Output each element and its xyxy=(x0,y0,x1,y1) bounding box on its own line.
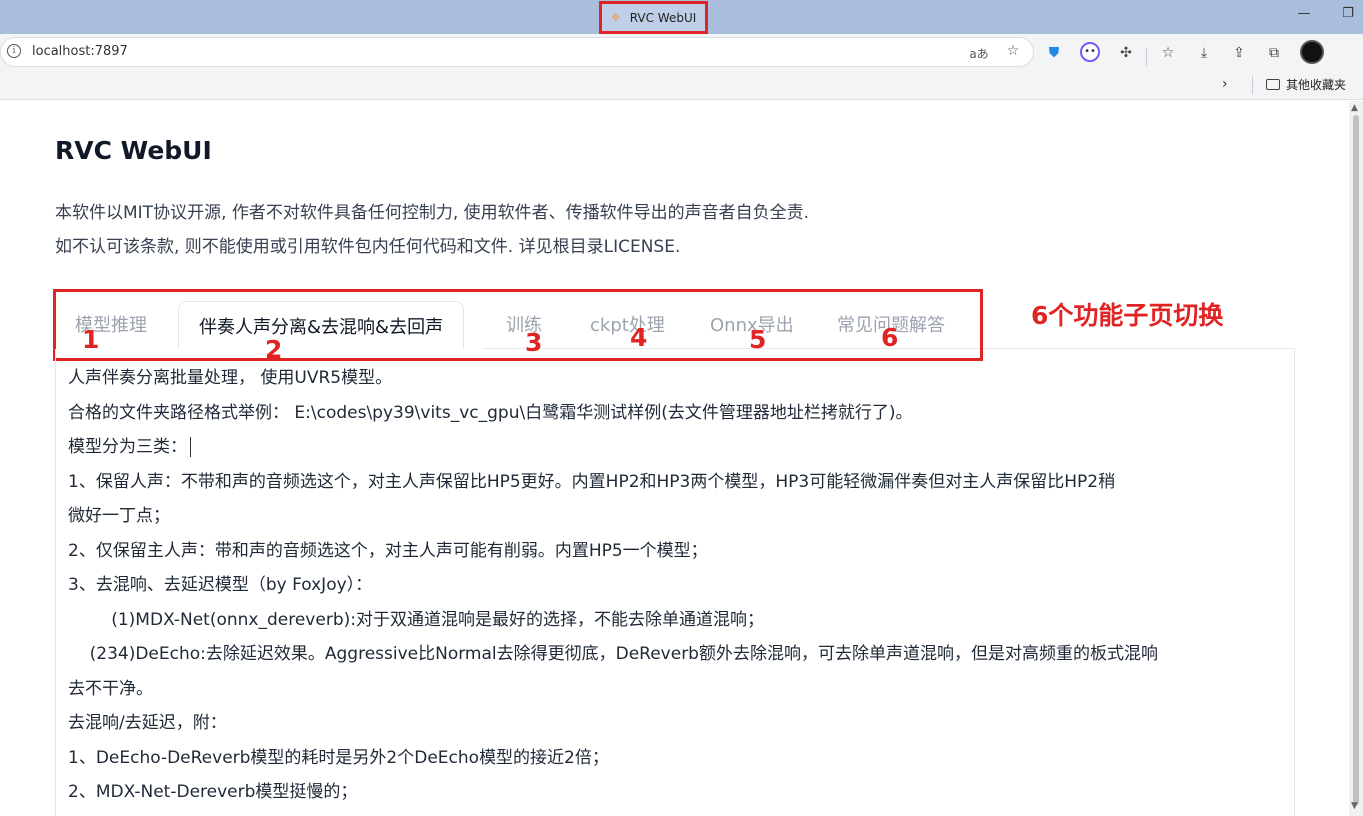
text-cursor xyxy=(190,437,191,457)
restore-icon[interactable]: ❐ xyxy=(1338,6,1358,21)
minimize-icon[interactable]: — xyxy=(1294,6,1314,21)
downloads-icon[interactable]: ⤓ xyxy=(1193,42,1215,64)
copilot-icon[interactable]: •• xyxy=(1080,42,1100,62)
content-line: 2、MDX-Net-Dereverb模型挺慢的； xyxy=(68,782,358,802)
bookmarks-folder-label: 其他收藏夹 xyxy=(1286,78,1347,92)
content-line: 人声伴奏分离批量处理， 使用UVR5模型。 xyxy=(68,368,393,388)
content-line-with-cursor: 模型分为三类： xyxy=(68,430,1280,465)
content-line: 2、仅保留主人声：带和声的音频选这个，对主人声可能有削弱。内置HP5一个模型； xyxy=(68,540,708,561)
content-line: 合格的文件夹路径格式举例： E:\codes\py39\vits_vc_gpu\… xyxy=(68,402,913,423)
content-line: 1、DeEcho-DeReverb模型的耗时是另外2个DeEcho模型的接近2倍… xyxy=(68,747,609,768)
content-line: 微好一丁点； xyxy=(68,506,170,526)
profile-avatar[interactable] xyxy=(1300,40,1324,64)
license-description-line1: 本软件以MIT协议开源, 作者不对软件具备任何控制力, 使用软件者、传播软件导出… xyxy=(55,203,810,223)
content-line: 去混响/去延迟，附： xyxy=(68,713,227,733)
browser-tab-title: RVC WebUI xyxy=(629,10,697,25)
scroll-thumb[interactable] xyxy=(1353,115,1359,805)
instructions-text: 人声伴奏分离批量处理， 使用UVR5模型。 合格的文件夹路径格式举例： E:\c… xyxy=(68,361,1280,810)
favicon-icon: ❖ xyxy=(610,10,621,24)
read-aloud-icon[interactable]: aあ xyxy=(969,45,989,62)
annotation-number-6: 6 xyxy=(881,323,899,352)
folder-icon xyxy=(1266,79,1280,90)
favorites-icon[interactable]: ☆ xyxy=(1157,42,1179,64)
annotation-number-4: 4 xyxy=(630,323,648,352)
browser-tab[interactable]: ❖ RVC WebUI xyxy=(599,1,708,34)
content-line: (1)MDX-Net(onnx_dereverb):对于双通道混响是最好的选择，… xyxy=(68,609,764,630)
tab-content-panel: 人声伴奏分离批量处理， 使用UVR5模型。 合格的文件夹路径格式举例： E:\c… xyxy=(55,349,1295,816)
page-scrollbar[interactable]: ▲ ▼ xyxy=(1349,101,1363,816)
content-line: 1、保留人声：不带和声的音频选这个，对主人声保留比HP5更好。内置HP2和HP3… xyxy=(68,471,1116,492)
page-title: RVC WebUI xyxy=(55,136,212,165)
chevron-right-icon[interactable]: › xyxy=(1222,76,1228,92)
toolbar-divider xyxy=(1146,48,1147,66)
site-info-icon[interactable]: i xyxy=(7,44,21,58)
extensions-icon[interactable]: ✣ xyxy=(1115,42,1137,64)
url-field[interactable]: i localhost:7897 aあ ☆ xyxy=(0,37,1034,67)
address-bar: i localhost:7897 aあ ☆ ⛊ •• ✣ ☆ ⤓ ⇪ ⧉ xyxy=(0,34,1363,70)
content-line: (234)DeEcho:去除延迟效果。Aggressive比Normal去除得更… xyxy=(68,644,1158,664)
content-line: 3、去混响、去延迟模型（by FoxJoy）： xyxy=(68,575,373,595)
content-line: 去不干净。 xyxy=(68,678,153,699)
browser-title-bar: ❖ RVC WebUI — ❐ xyxy=(0,0,1363,34)
scroll-down-icon[interactable]: ▼ xyxy=(1351,801,1358,811)
bookmarks-bar: › 其他收藏夹 xyxy=(0,70,1363,100)
bookmarks-divider xyxy=(1252,76,1253,94)
license-description-line2: 如不认可该条款, 则不能使用或引用软件包内任何代码和文件. 详见根目录LICEN… xyxy=(55,237,681,257)
url-text[interactable]: localhost:7897 xyxy=(32,44,128,59)
annotation-label: 6个功能子页切换 xyxy=(1031,301,1224,330)
favorite-star-icon[interactable]: ☆ xyxy=(1003,43,1023,59)
collections-icon[interactable]: ⧉ xyxy=(1263,42,1285,64)
shield-icon[interactable]: ⛊ xyxy=(1043,42,1065,64)
content-line-text: 模型分为三类： xyxy=(68,437,187,457)
bookmarks-folder[interactable]: 其他收藏夹 xyxy=(1266,76,1346,93)
scroll-up-icon[interactable]: ▲ xyxy=(1351,103,1358,113)
share-icon[interactable]: ⇪ xyxy=(1228,42,1250,64)
